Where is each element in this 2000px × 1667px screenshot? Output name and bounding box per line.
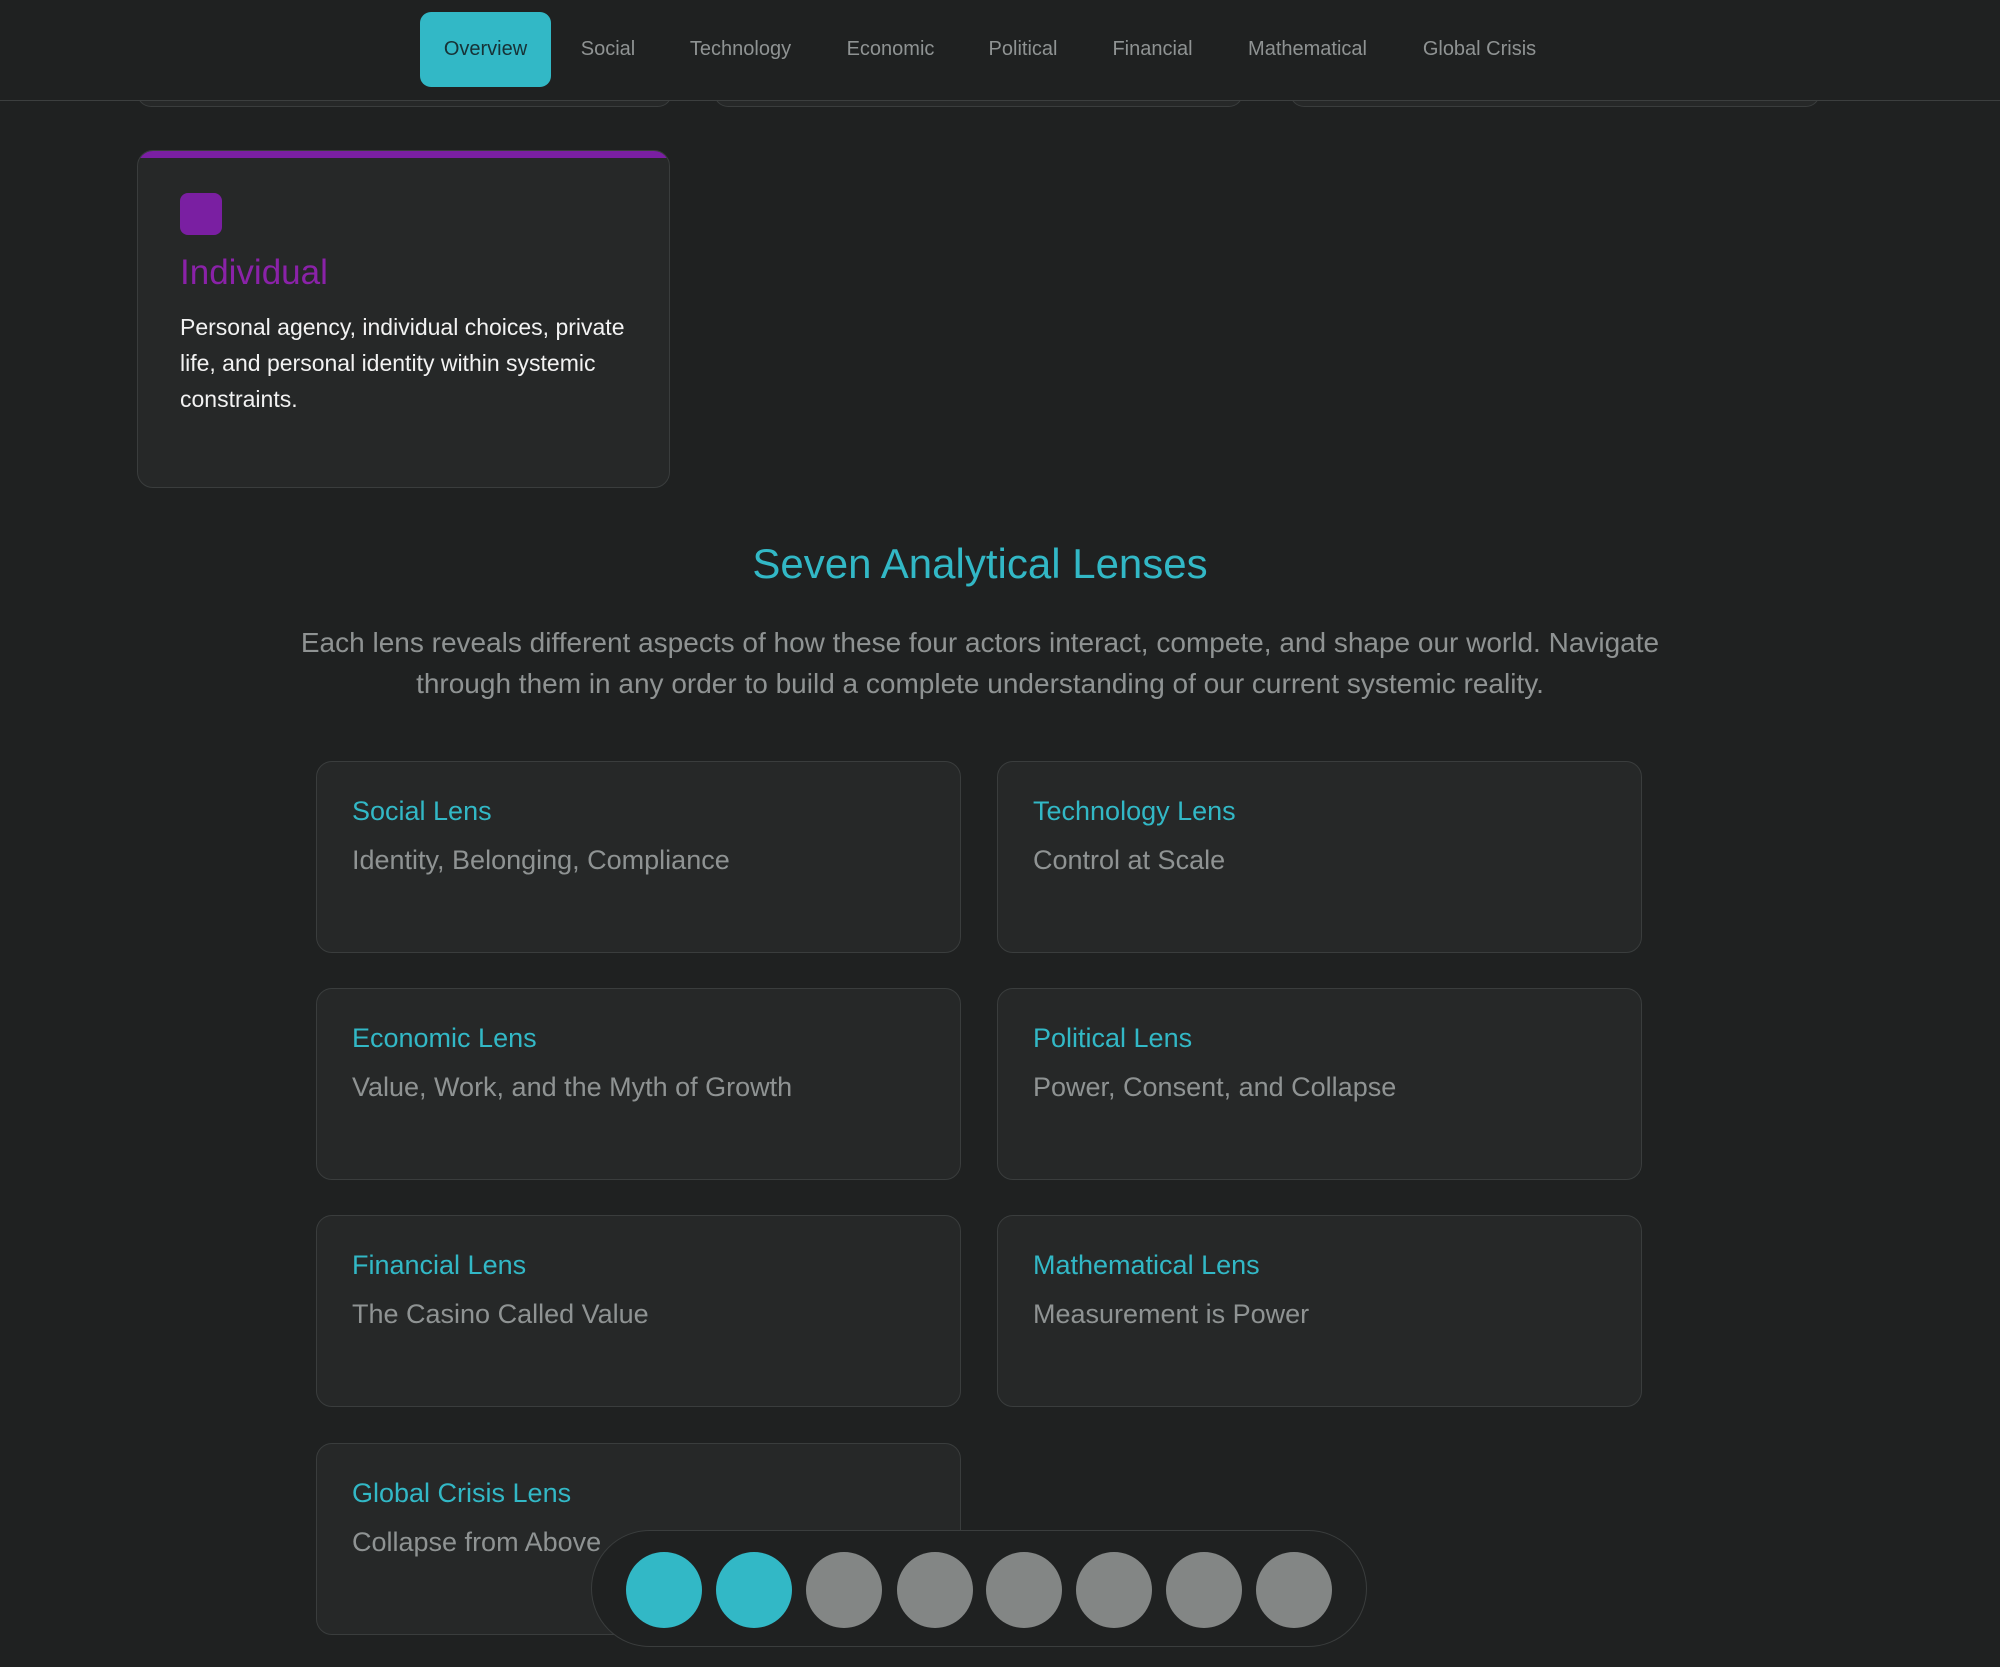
tab-financial[interactable]: Financial [1100,12,1205,87]
tab-economic[interactable]: Economic [830,12,951,87]
lens-card-economic[interactable]: Economic Lens Value, Work, and the Myth … [316,988,961,1180]
tab-mathematical[interactable]: Mathematical [1234,12,1381,87]
lens-subtitle: Identity, Belonging, Compliance [352,845,730,875]
lens-title: Financial Lens [352,1250,527,1280]
page-dot-2[interactable] [716,1552,792,1628]
lens-subtitle: Value, Work, and the Myth of Growth [352,1072,793,1102]
lens-card-mathematical[interactable]: Mathematical Lens Measurement is Power [997,1215,1642,1407]
tab-technology[interactable]: Technology [677,12,804,87]
lens-card-financial[interactable]: Financial Lens The Casino Called Value [316,1215,961,1407]
actor-title: Individual [180,253,328,292]
page-dot-6[interactable] [1076,1552,1152,1628]
lens-subtitle: The Casino Called Value [352,1299,649,1329]
page: Overview Social Technology Economic Poli… [0,0,2000,1667]
lens-card-social[interactable]: Social Lens Identity, Belonging, Complia… [316,761,961,953]
tab-overview[interactable]: Overview [420,12,551,87]
page-dot-7[interactable] [1166,1552,1242,1628]
actor-description: Personal agency, individual choices, pri… [180,314,625,412]
tab-global-crisis[interactable]: Global Crisis [1407,12,1552,87]
lens-card-political[interactable]: Political Lens Power, Consent, and Colla… [997,988,1642,1180]
lens-subtitle: Collapse from Above [352,1527,602,1557]
tab-political[interactable]: Political [973,12,1073,87]
page-dot-1[interactable] [626,1552,702,1628]
page-dot-5[interactable] [986,1552,1062,1628]
accent-bar [138,151,669,158]
lens-title: Global Crisis Lens [352,1478,572,1508]
page-dot-4[interactable] [897,1552,973,1628]
lens-title: Political Lens [1033,1023,1193,1053]
individual-icon [180,193,222,235]
section-title: Seven Analytical Lenses [752,540,1208,587]
lens-subtitle: Measurement is Power [1033,1299,1310,1329]
lens-title: Mathematical Lens [1033,1250,1260,1280]
page-dot-8[interactable] [1256,1552,1332,1628]
actor-card-individual: Individual Personal agency, individual c… [137,150,670,488]
lens-card-technology[interactable]: Technology Lens Control at Scale [997,761,1642,953]
top-navigation: Overview Social Technology Economic Poli… [0,0,2000,101]
section-subtitle: Each lens reveals different aspects of h… [300,627,1660,699]
tab-social[interactable]: Social [565,12,651,87]
page-indicator [591,1530,1367,1647]
lens-subtitle: Power, Consent, and Collapse [1033,1072,1397,1102]
page-dot-3[interactable] [806,1552,882,1628]
lens-subtitle: Control at Scale [1033,845,1226,875]
lens-title: Technology Lens [1033,796,1236,826]
lens-title: Social Lens [352,796,492,826]
lens-title: Economic Lens [352,1023,537,1053]
